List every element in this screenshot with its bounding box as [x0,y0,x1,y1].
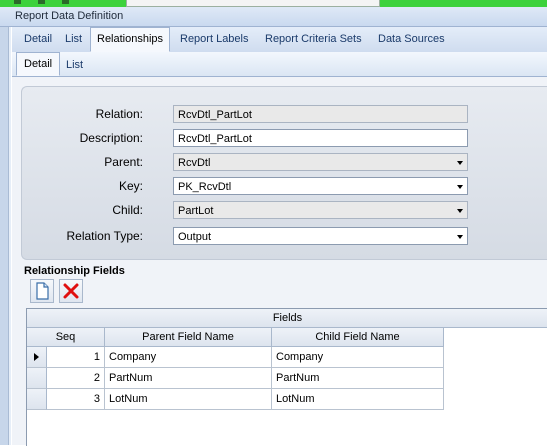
key-value: PK_RcvDtl [178,181,232,193]
tab-data-sources[interactable]: Data Sources [378,33,445,45]
child-field-cell[interactable]: Company [272,347,444,368]
relationship-fields-toolbar [30,279,86,305]
dropdown-arrow-icon[interactable] [457,161,463,165]
subtab-list[interactable]: List [66,59,83,71]
current-row-pointer-icon [34,353,39,361]
child-field-cell[interactable]: LotNum [272,389,444,410]
description-label: Description: [79,131,143,145]
relation-type-value: Output [178,231,212,243]
parent-value: RcvDtl [178,157,211,169]
row-selector[interactable] [27,347,47,368]
child-combo[interactable]: PartLot [173,201,468,219]
relation-field[interactable]: RcvDtl_PartLot [173,105,468,123]
secondary-tab-bar: Detail List [12,52,547,77]
tab-list[interactable]: List [65,33,82,45]
primary-tab-bar: Detail List Relationships Report Labels … [12,27,547,53]
relationship-fields-grid: Fields Seq Parent Field Name Child Field… [26,308,547,446]
parent-field-cell[interactable]: Company [105,347,272,368]
tab-relationships[interactable]: Relationships [90,27,171,52]
toolbar-icon[interactable] [14,0,21,4]
column-header-child-field[interactable]: Child Field Name [272,328,444,347]
top-toolbar-strip [0,0,547,7]
description-field[interactable]: RcvDtl_PartLot [173,129,468,147]
grid-group-header: Fields [27,309,547,328]
row-selector[interactable] [27,389,47,410]
tab-report-labels[interactable]: Report Labels [180,33,249,45]
window-title-bar: Report Data Definition [0,7,547,27]
parent-label: Parent: [104,155,143,169]
row-selector[interactable] [27,368,47,389]
child-value: PartLot [178,205,214,217]
relation-type-combo[interactable]: Output [173,227,468,245]
relation-type-label: Relation Type: [66,229,144,243]
dropdown-arrow-icon[interactable] [457,209,463,213]
window-title: Report Data Definition [15,10,124,22]
relation-form-panel: Relation: RcvDtl_PartLot Description: Rc… [21,86,547,260]
delete-x-icon [63,283,79,299]
parent-combo[interactable]: RcvDtl [173,153,468,171]
delete-button[interactable] [59,279,83,303]
new-document-icon [36,282,49,300]
fields-group-label: Fields [272,312,303,324]
dropdown-arrow-icon[interactable] [457,185,463,189]
top-address-field[interactable] [126,0,380,7]
column-header-parent-field[interactable]: Parent Field Name [105,328,272,347]
left-panel-edge [9,27,11,445]
seq-cell[interactable]: 1 [47,347,105,368]
relation-label: Relation: [95,107,143,121]
seq-cell[interactable]: 3 [47,389,105,410]
subtab-detail[interactable]: Detail [16,52,61,76]
child-label: Child: [112,203,143,217]
key-combo[interactable]: PK_RcvDtl [173,177,468,195]
column-header-seq[interactable]: Seq [27,328,105,347]
toolbar-icon[interactable] [62,0,69,4]
new-button[interactable] [30,279,54,303]
key-label: Key: [118,179,143,193]
dropdown-arrow-icon[interactable] [457,235,463,239]
child-field-cell[interactable]: PartNum [272,368,444,389]
parent-field-cell[interactable]: LotNum [105,389,272,410]
parent-field-cell[interactable]: PartNum [105,368,272,389]
relationship-fields-heading: Relationship Fields [24,265,125,277]
tab-detail[interactable]: Detail [24,33,52,45]
toolbar-icon[interactable] [38,0,45,4]
tab-report-criteria-sets[interactable]: Report Criteria Sets [265,33,362,45]
seq-cell[interactable]: 2 [47,368,105,389]
left-panel-strip [0,27,9,445]
